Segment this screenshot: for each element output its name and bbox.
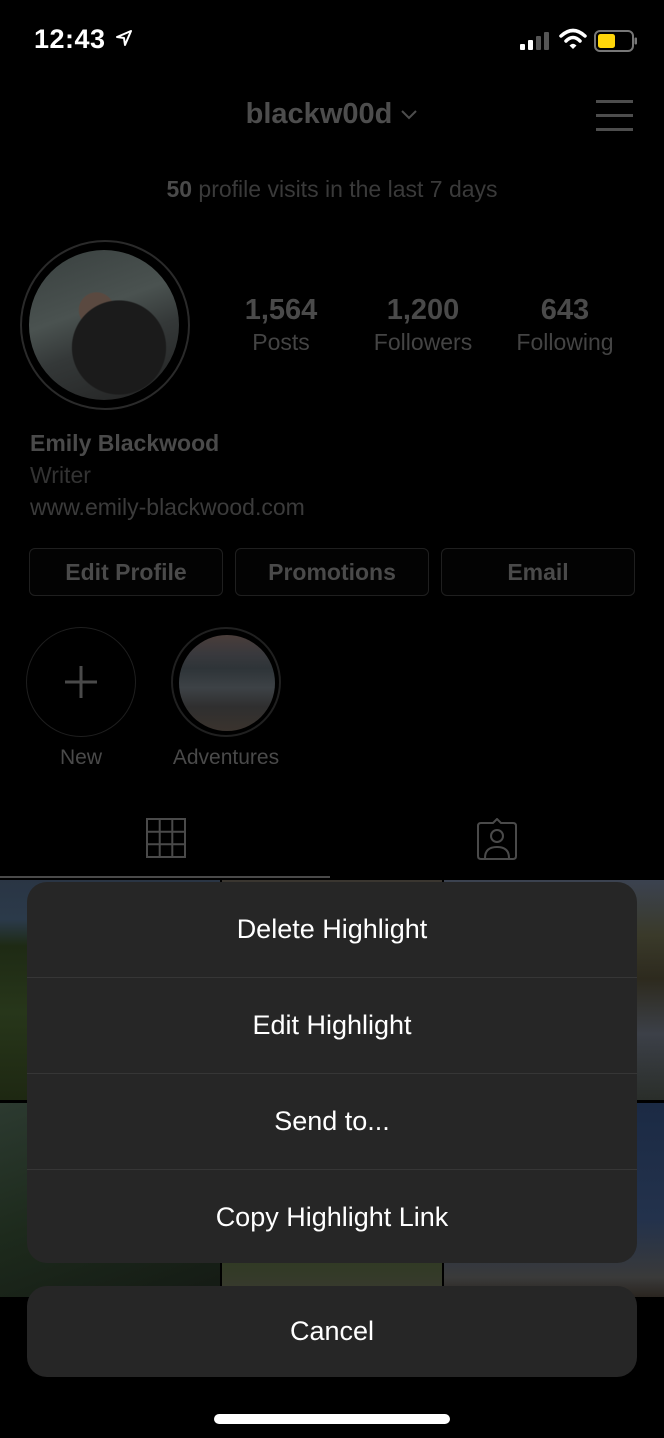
grid-icon[interactable] bbox=[146, 818, 186, 858]
account-switcher[interactable]: blackw00d bbox=[0, 98, 664, 131]
stat-followers-value: 1,200 bbox=[386, 294, 460, 326]
delete-highlight-button[interactable]: Delete Highlight bbox=[27, 882, 637, 978]
edit-highlight-button[interactable]: Edit Highlight bbox=[27, 978, 637, 1074]
highlight-action-sheet: Delete Highlight Edit Highlight Send to.… bbox=[27, 882, 637, 1263]
profile-visits-insight[interactable]: 50 profile visits in the last 7 days bbox=[0, 176, 664, 203]
stat-posts-value: 1,564 bbox=[244, 294, 318, 326]
wifi-icon bbox=[559, 28, 587, 49]
stat-following-value: 643 bbox=[540, 294, 590, 326]
edit-profile-button[interactable]: Edit Profile bbox=[29, 548, 223, 596]
profile-visits-count: 50 bbox=[166, 176, 193, 202]
profile-visits-text: profile visits in the last 7 days bbox=[198, 176, 498, 202]
highlight-label-new: New bbox=[59, 746, 102, 769]
stat-followers-label: Followers bbox=[373, 329, 473, 355]
new-highlight-button[interactable] bbox=[26, 627, 136, 737]
stat-following-label: Following bbox=[516, 329, 614, 355]
profile-bio: Writer bbox=[30, 462, 91, 488]
email-button[interactable]: Email bbox=[441, 548, 635, 596]
battery-icon bbox=[594, 30, 637, 52]
cellular-signal-icon bbox=[520, 32, 549, 50]
hamburger-menu-icon[interactable] bbox=[596, 100, 633, 142]
active-tab-indicator bbox=[0, 876, 330, 878]
tagged-person-icon[interactable] bbox=[476, 818, 518, 860]
profile-website-link[interactable]: www.emily-blackwood.com bbox=[30, 494, 305, 521]
copy-highlight-link-button[interactable]: Copy Highlight Link bbox=[27, 1170, 637, 1263]
profile-name: Emily Blackwood bbox=[30, 430, 220, 456]
avatar[interactable] bbox=[29, 250, 179, 400]
plus-icon bbox=[65, 666, 97, 698]
stat-following[interactable]: 643 Following bbox=[495, 294, 635, 356]
stat-posts-label: Posts bbox=[252, 329, 310, 355]
highlight-adventures[interactable] bbox=[179, 635, 275, 731]
location-arrow-icon bbox=[116, 30, 132, 46]
chevron-down-icon bbox=[401, 110, 418, 120]
promotions-button[interactable]: Promotions bbox=[235, 548, 429, 596]
stat-followers[interactable]: 1,200 Followers bbox=[353, 294, 493, 356]
highlight-label-adventures: Adventures bbox=[172, 746, 280, 769]
send-to-button[interactable]: Send to... bbox=[27, 1074, 637, 1170]
status-time: 12:43 bbox=[34, 24, 106, 54]
home-indicator[interactable] bbox=[214, 1414, 450, 1424]
stat-posts[interactable]: 1,564 Posts bbox=[211, 294, 351, 356]
cancel-button[interactable]: Cancel bbox=[27, 1286, 637, 1377]
username: blackw00d bbox=[245, 98, 393, 130]
